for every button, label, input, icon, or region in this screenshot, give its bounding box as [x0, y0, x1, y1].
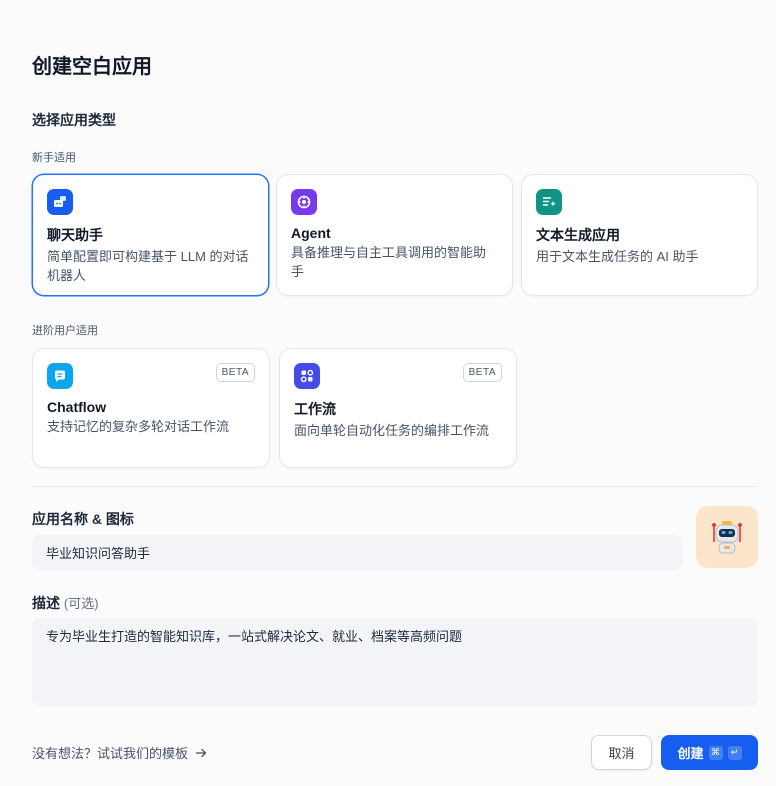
create-button-label: 创建: [677, 746, 704, 761]
chat-bot-icon: [47, 189, 73, 215]
enter-key-icon: ↵: [727, 745, 742, 760]
robot-icon: [712, 521, 742, 554]
app-name-label: 应用名称 & 图标: [32, 511, 134, 527]
text-generation-icon: [536, 189, 562, 215]
card-description: 具备推理与自主工具调用的智能助手: [291, 245, 487, 279]
description-label: 描述 (可选): [32, 593, 99, 613]
app-icon-picker[interactable]: [696, 506, 758, 568]
agent-icon: [291, 189, 317, 215]
arrow-right-icon: [195, 748, 207, 757]
card-description: 简单配置即可构建基于 LLM 的对话机器人: [47, 249, 249, 283]
chatflow-icon: [47, 363, 73, 389]
app-type-card-agent[interactable]: Agent 具备推理与自主工具调用的智能助手: [276, 174, 513, 296]
description-textarea[interactable]: 专为毕业生打造的智能知识库，一站式解决论文、就业、档案等高频问题: [32, 618, 758, 706]
app-type-card-workflow[interactable]: BETA 工作流 面向单轮自动化任务的编排工作流: [279, 348, 517, 468]
optional-hint: (可选): [63, 596, 99, 611]
create-button[interactable]: 创建 ⌘ ↵: [661, 735, 758, 770]
beta-badge: BETA: [215, 363, 255, 382]
card-description: 支持记忆的复杂多轮对话工作流: [47, 419, 230, 434]
command-key-icon: ⌘: [708, 745, 723, 760]
workflow-icon: [294, 363, 320, 389]
card-title: 聊天助手: [47, 227, 103, 243]
advanced-group-label: 进阶用户适用: [32, 325, 98, 337]
cancel-button[interactable]: 取消: [591, 735, 652, 770]
section-divider: [32, 486, 758, 487]
card-description: 面向单轮自动化任务的编排工作流: [294, 423, 490, 438]
card-title: 工作流: [294, 401, 336, 417]
beta-badge: BETA: [462, 363, 502, 382]
dialog-title: 创建空白应用: [32, 56, 152, 78]
card-title: 文本生成应用: [536, 227, 620, 243]
template-link[interactable]: 没有想法？试试我们的模板: [32, 743, 208, 762]
beginner-group-label: 新手适用: [32, 152, 76, 164]
card-title: Agent: [291, 225, 331, 241]
card-description: 用于文本生成任务的 AI 助手: [536, 249, 699, 264]
card-title: Chatflow: [47, 399, 107, 415]
app-type-card-chatflow[interactable]: BETA Chatflow 支持记忆的复杂多轮对话工作流: [32, 348, 270, 468]
template-link-text: 没有想法？试试我们的模板: [32, 746, 189, 761]
app-type-card-text-generation[interactable]: 文本生成应用 用于文本生成任务的 AI 助手: [521, 174, 758, 296]
app-type-section-title: 选择应用类型: [32, 112, 116, 128]
description-label-text: 描述: [32, 595, 60, 611]
app-type-card-chatbot[interactable]: 聊天助手 简单配置即可构建基于 LLM 的对话机器人: [32, 174, 269, 296]
app-name-input[interactable]: [32, 535, 683, 570]
